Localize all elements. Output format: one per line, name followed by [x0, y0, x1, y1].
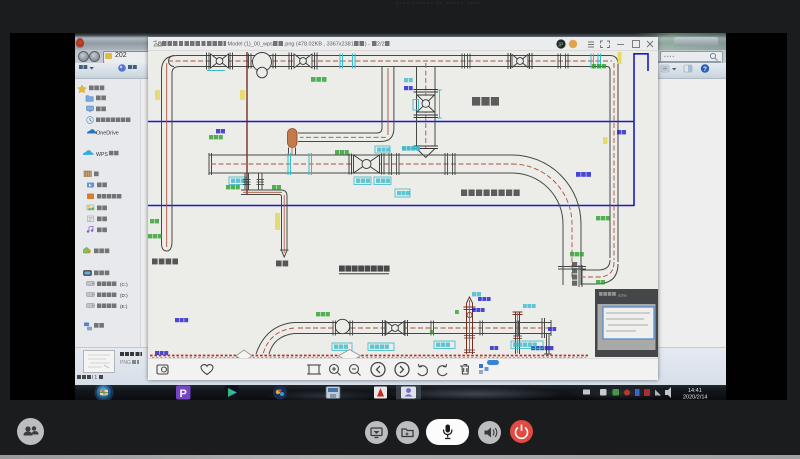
svg-text:(D:): (D:) — [120, 293, 128, 298]
svg-text:?: ? — [703, 66, 707, 73]
svg-text:WPS: WPS — [96, 152, 108, 158]
svg-text:14:41: 14:41 — [688, 388, 702, 394]
svg-text:(E:): (E:) — [120, 304, 128, 309]
svg-text:JP: JP — [558, 42, 565, 48]
svg-text:(C:): (C:) — [120, 282, 128, 287]
svg-text:40%: 40% — [618, 293, 627, 298]
svg-text:2020/2/14: 2020/2/14 — [683, 395, 707, 401]
svg-text:P: P — [180, 388, 187, 400]
svg-text:OneDrive: OneDrive — [96, 131, 119, 137]
